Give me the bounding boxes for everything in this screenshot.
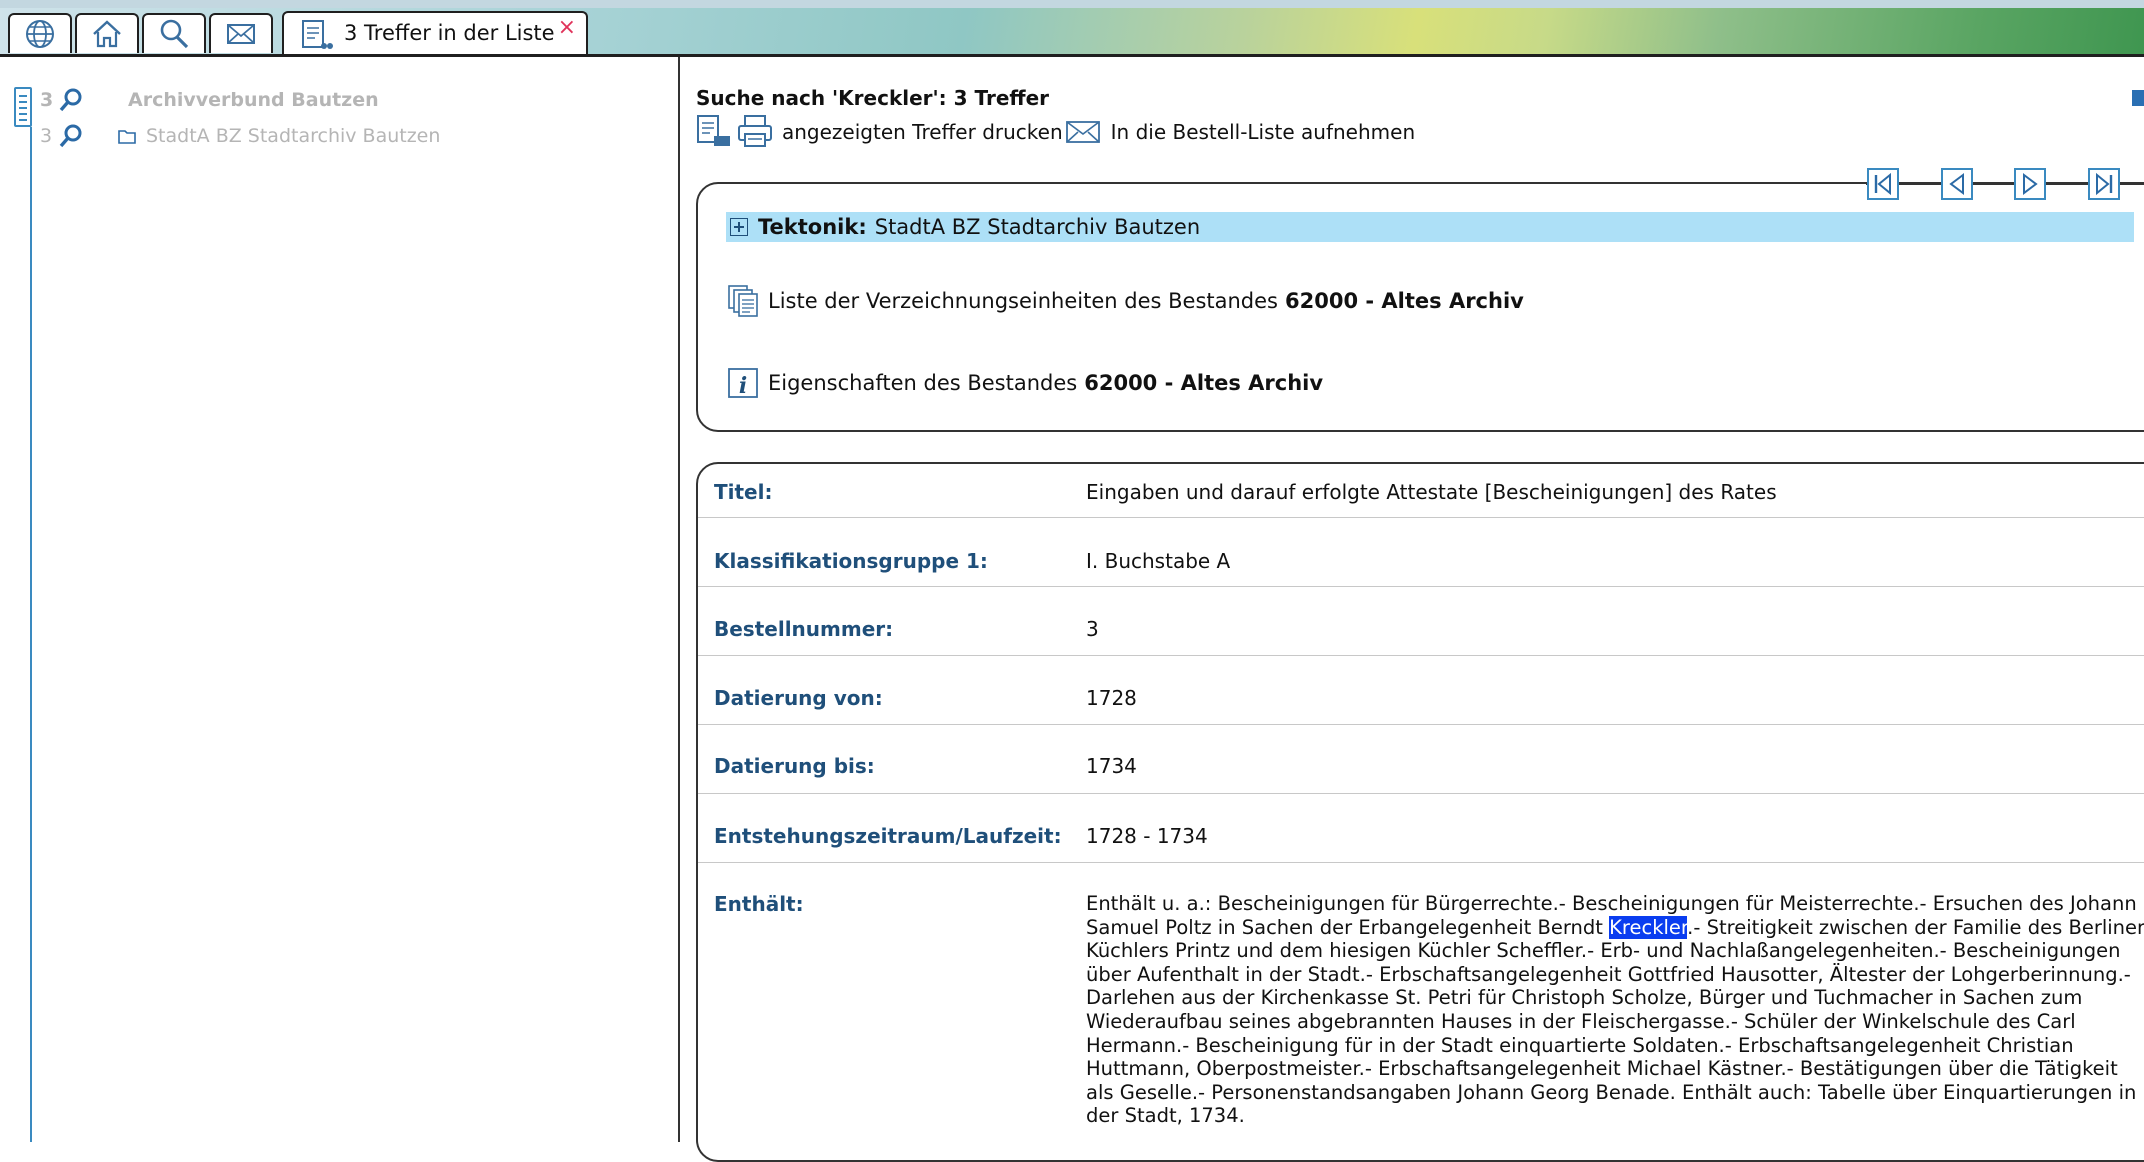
next-icon — [2023, 173, 2038, 195]
tektonik-label: Tektonik: — [758, 215, 867, 239]
search-icon[interactable] — [58, 87, 84, 113]
document-search-icon — [302, 20, 333, 49]
field-label: Datierung von: — [714, 686, 883, 710]
first-icon — [1874, 172, 1891, 196]
search-tab-button[interactable] — [142, 13, 206, 53]
home-icon — [93, 20, 121, 48]
field-value: 1728 - 1734 — [1086, 824, 1208, 848]
field-label: Entstehungszeitraum/Laufzeit: — [714, 824, 1062, 848]
tree-item-label: Archivverbund Bautzen — [128, 89, 379, 111]
detail-row-order-number: Bestellnummer: 3 — [698, 586, 2144, 656]
results-tab[interactable]: 3 Treffer in der Liste × — [282, 11, 588, 57]
action-bar: angezeigten Treffer drucken In die Beste… — [696, 114, 1415, 150]
first-result-button[interactable] — [1867, 168, 1899, 200]
holdings-properties-text: Eigenschaften des Bestandes — [768, 371, 1078, 395]
mail-tab-button[interactable] — [209, 13, 273, 53]
tree-item-archivverbund[interactable]: 3 Archivverbund Bautzen — [40, 87, 379, 113]
holdings-properties-row[interactable]: i Eigenschaften des Bestandes 62000 - Al… — [726, 366, 1323, 400]
detail-row-date-to: Datierung bis: 1734 — [698, 724, 2144, 794]
globe-tab-button[interactable] — [8, 13, 72, 53]
field-label: Datierung bis: — [714, 754, 875, 778]
order-list-link[interactable]: In die Bestell-Liste aufnehmen — [1111, 120, 1415, 144]
field-value: 1734 — [1086, 754, 1137, 778]
holdings-properties-name: 62000 - Altes Archiv — [1084, 371, 1324, 395]
mail-icon[interactable] — [1065, 119, 1101, 145]
expand-icon[interactable] — [730, 218, 748, 236]
tree-guide-line — [30, 127, 32, 1142]
tektonik-value: StadtA BZ Stadtarchiv Bautzen — [874, 215, 1201, 239]
page-title: Suche nach 'Kreckler': 3 Treffer — [696, 86, 1050, 110]
holdings-list-text: Liste der Verzeichnungseinheiten des Bes… — [768, 289, 1278, 313]
top-toolbar: 3 Treffer in der Liste × — [0, 0, 2144, 57]
field-label: Enthält: — [714, 892, 804, 916]
document-print-icon[interactable] — [696, 114, 734, 150]
search-icon — [160, 19, 189, 49]
field-label: Bestellnummer: — [714, 617, 894, 641]
tree-item-label: StadtA BZ Stadtarchiv Bautzen — [146, 125, 441, 147]
field-value: 1728 — [1086, 686, 1137, 710]
tree-panel: 3 Archivverbund Bautzen 3 StadtA BZ Stad… — [0, 57, 680, 1142]
field-value: 3 — [1086, 617, 1099, 641]
detail-row-date-from: Datierung von: 1728 — [698, 655, 2144, 725]
tree-item-stadtarchiv[interactable]: 3 StadtA BZ Stadtarchiv Bautzen — [40, 123, 440, 149]
mail-icon — [227, 24, 255, 44]
globe-icon — [26, 20, 54, 48]
printer-icon[interactable] — [736, 114, 774, 150]
previous-result-button[interactable] — [1941, 168, 1973, 200]
previous-icon — [1949, 173, 1964, 195]
field-label: Klassifikationsgruppe 1: — [714, 549, 988, 573]
document-list-icon — [728, 285, 758, 317]
holdings-list-name: 62000 - Altes Archiv — [1285, 289, 1524, 313]
field-value: I. Buchstabe A — [1086, 549, 1231, 573]
bookmark-icon[interactable] — [2132, 90, 2144, 106]
contains-text: Enthält u. a.: Bescheinigungen für Bürge… — [1086, 892, 2144, 1128]
detail-row-classification: Klassifikationsgruppe 1: I. Buchstabe A — [698, 517, 2144, 587]
detail-row-title: Titel: Eingaben und darauf erfolgte Atte… — [698, 464, 2144, 518]
tree-item-count: 3 — [40, 125, 53, 147]
last-result-button[interactable] — [2088, 168, 2120, 200]
field-value: Eingaben und darauf erfolgte Attestate [… — [1086, 480, 1777, 504]
info-icon: i — [728, 368, 758, 399]
home-tab-button[interactable] — [75, 13, 139, 53]
holdings-list-row[interactable]: Liste der Verzeichnungseinheiten des Bes… — [726, 284, 1524, 318]
search-icon[interactable] — [58, 123, 84, 149]
tree-list-icon[interactable] — [14, 87, 32, 127]
detail-row-period: Entstehungszeitraum/Laufzeit: 1728 - 173… — [698, 793, 2144, 863]
close-tab-icon[interactable]: × — [558, 15, 576, 40]
print-link[interactable]: angezeigten Treffer drucken — [782, 120, 1063, 144]
field-label: Titel: — [714, 480, 773, 504]
folder-icon — [118, 130, 136, 144]
svg-text:i: i — [739, 373, 747, 399]
next-result-button[interactable] — [2014, 168, 2046, 200]
last-icon — [2096, 172, 2113, 196]
top-stripe — [0, 0, 2144, 8]
tektonik-row[interactable]: Tektonik: StadtA BZ Stadtarchiv Bautzen — [726, 212, 2134, 242]
results-tab-label: 3 Treffer in der Liste — [344, 21, 555, 45]
search-highlight: Kreckler — [1609, 915, 1688, 939]
tree-item-count: 3 — [40, 89, 54, 111]
contains-text-end: .- Streitigkeit zwischen der Familie des… — [1086, 915, 2144, 1128]
record-details-panel: Titel: Eingaben und darauf erfolgte Atte… — [696, 462, 2144, 1162]
